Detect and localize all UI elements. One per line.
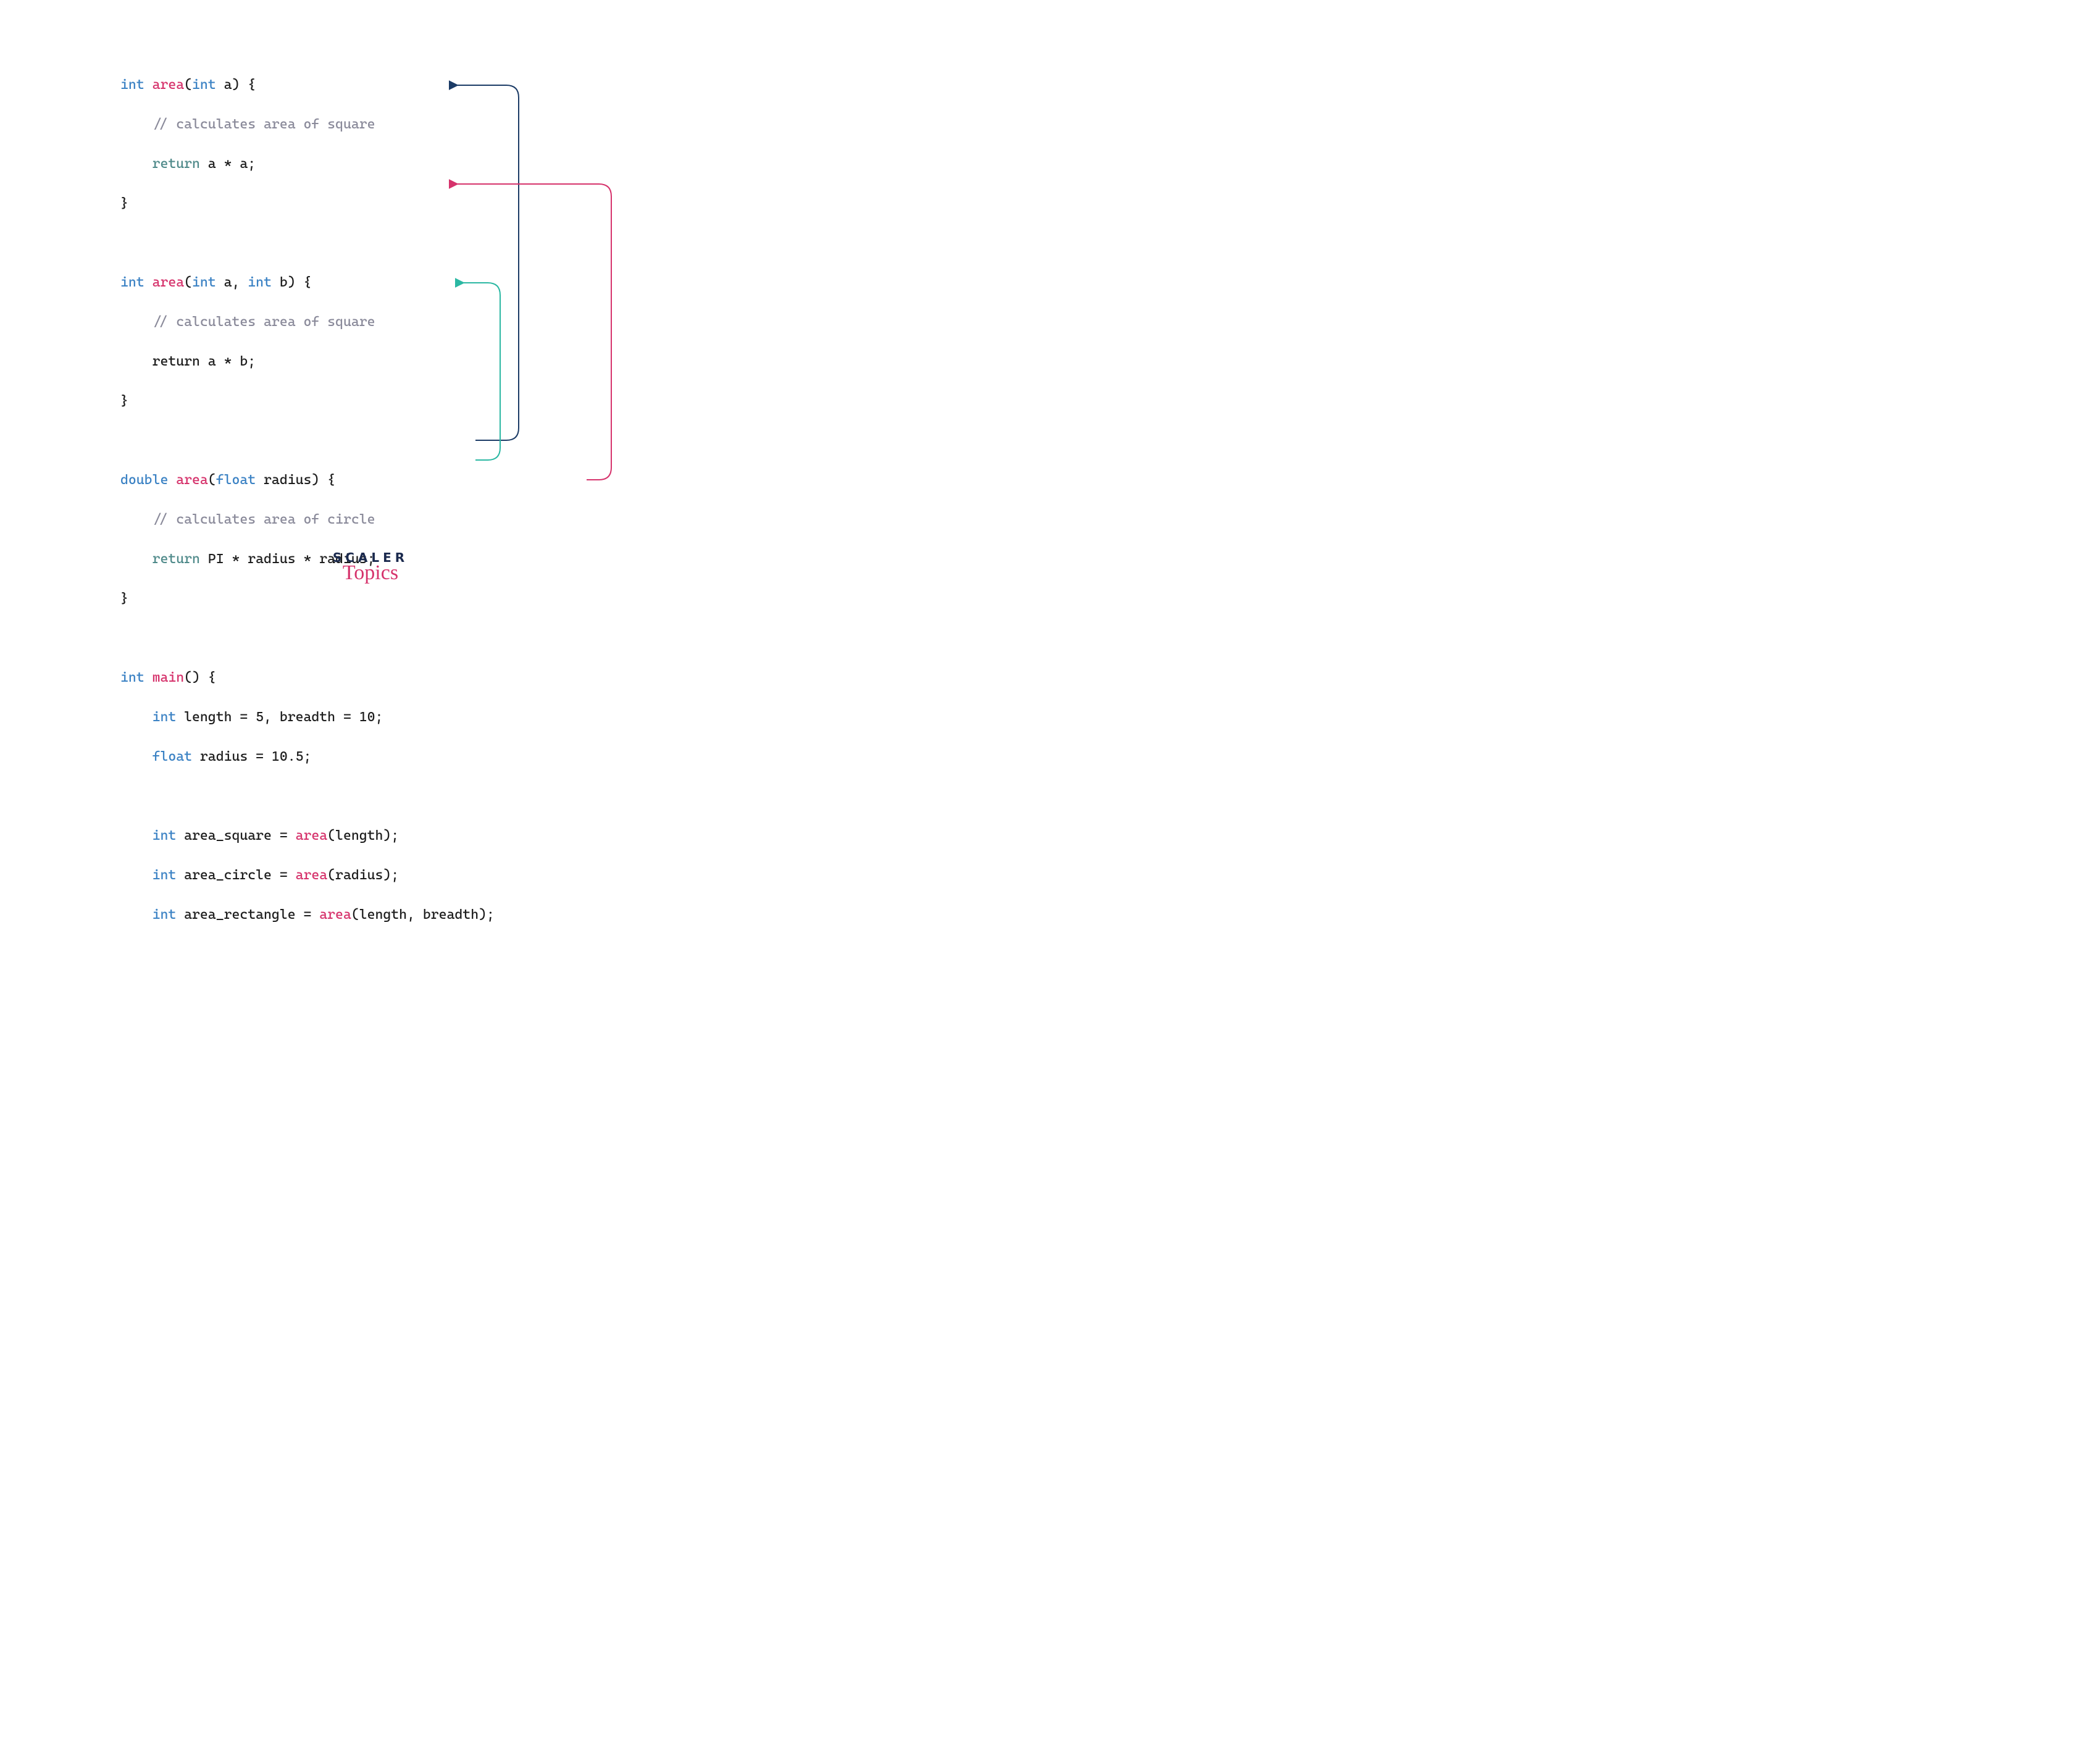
func3-sig: double area(float radius) { bbox=[120, 471, 495, 490]
main-call3: int area_rectangle = area(length, breadt… bbox=[120, 905, 495, 925]
func3-comment: // calculates area of circle bbox=[120, 510, 495, 530]
func2-comment: // calculates area of square bbox=[120, 312, 495, 332]
main-sig: int main() { bbox=[120, 668, 495, 688]
main-call1: int area_square = area(length); bbox=[120, 826, 495, 846]
func1-return: return a * a; bbox=[120, 154, 495, 174]
func1-comment: // calculates area of square bbox=[120, 115, 495, 135]
code-block: int area(int a) { // calculates area of … bbox=[120, 56, 495, 965]
scaler-logo: SCALER Topics bbox=[0, 550, 741, 585]
logo-line2: Topics bbox=[0, 561, 741, 585]
func1-sig: int area(int a) { bbox=[120, 75, 495, 95]
func2-sig: int area(int a, int b) { bbox=[120, 273, 495, 293]
main-call2: int area_circle = area(radius); bbox=[120, 866, 495, 885]
main-decl1: int length = 5, breadth = 10; bbox=[120, 708, 495, 727]
main-decl2: float radius = 10.5; bbox=[120, 747, 495, 767]
func2-return: return a * b; bbox=[120, 352, 495, 372]
diagram-canvas: int area(int a) { // calculates area of … bbox=[0, 0, 741, 616]
